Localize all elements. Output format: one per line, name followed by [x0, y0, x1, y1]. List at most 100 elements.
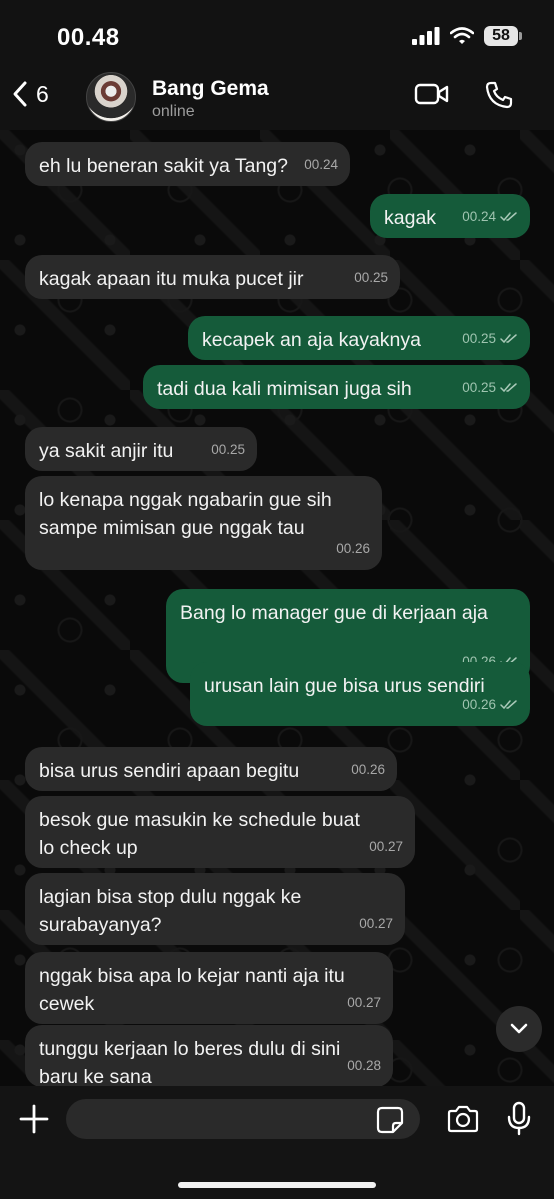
message-line: kagak: [384, 207, 437, 229]
message-text: tunggu kerjaan lo beres dulu di sini baru…: [39, 1035, 340, 1086]
message-time: 00.26: [351, 762, 385, 777]
message-text: nggak bisa apa lo kejar nanti aja itu cew…: [39, 962, 345, 1018]
incoming-message[interactable]: lagian bisa stop dulu nggak ke surabayany…: [25, 873, 405, 945]
message-meta: 00.25: [462, 325, 518, 353]
scroll-down-icon: [510, 1023, 528, 1034]
message-text: lagian bisa stop dulu nggak ke surabayany…: [39, 883, 301, 939]
plus-icon: [19, 1104, 49, 1134]
message-input[interactable]: [66, 1099, 420, 1139]
message-line: tadi dua kali mimisan juga sih: [157, 378, 412, 400]
message-time: 00.26: [336, 541, 370, 556]
message-line: besok gue masukin ke schedule buat: [39, 809, 360, 831]
message-time: 00.28: [347, 1058, 381, 1073]
incoming-message[interactable]: ya sakit anjir itu 00.25: [25, 427, 257, 471]
incoming-message[interactable]: bisa urus sendiri apaan begitu 00.26: [25, 747, 397, 791]
wifi-icon: [450, 27, 474, 44]
message-line: Bang lo manager gue di kerjaan aja: [180, 602, 488, 624]
back-button[interactable]: 6: [12, 80, 49, 108]
message-line: ya sakit anjir itu: [39, 440, 174, 462]
read-receipt-icon: [500, 212, 517, 222]
message-time: 00.24: [462, 209, 496, 224]
message-meta: 00.26: [462, 691, 518, 719]
message-time: 00.25: [211, 442, 245, 457]
message-text: Bang lo manager gue di kerjaan aja: [180, 599, 488, 627]
message-line: lo check up: [39, 837, 138, 859]
chat-header: 6 Bang Gema online: [0, 70, 554, 130]
message-meta: 00.26: [351, 756, 385, 784]
message-line: kecapek an aja kayaknya: [202, 329, 421, 351]
status-time: 00.48: [57, 24, 120, 51]
message-time: 00.24: [304, 157, 338, 172]
message-line: tunggu kerjaan lo beres dulu di sini: [39, 1038, 341, 1060]
incoming-message[interactable]: besok gue masukin ke schedule buat lo che…: [25, 796, 415, 868]
message-meta: 00.28: [347, 1052, 381, 1080]
outgoing-message[interactable]: tadi dua kali mimisan juga sih 00.25: [143, 365, 530, 409]
camera-button[interactable]: [446, 1105, 480, 1138]
message-line: urusan lain gue bisa urus sendiri: [204, 675, 485, 697]
message-text: urusan lain gue bisa urus sendiri: [204, 672, 485, 700]
incoming-message[interactable]: lo kenapa nggak ngabarin gue sih sampe mi…: [25, 476, 382, 570]
message-text: lo kenapa nggak ngabarin gue sih sampe mi…: [39, 486, 332, 542]
scroll-down-button[interactable]: [496, 1006, 542, 1052]
message-time: 00.25: [354, 270, 388, 285]
message-line: nggak bisa apa lo kejar nanti aja itu: [39, 965, 345, 987]
contact-name[interactable]: Bang Gema: [152, 77, 269, 101]
message-text: kagak apaan itu muka pucet jir: [39, 265, 304, 293]
message-line: lagian bisa stop dulu nggak ke: [39, 886, 302, 908]
unread-count: 6: [36, 80, 49, 107]
message-line: lo kenapa nggak ngabarin gue sih: [39, 489, 332, 511]
message-meta: 00.25: [462, 374, 518, 402]
message-text: ya sakit anjir itu: [39, 437, 173, 465]
incoming-message[interactable]: tunggu kerjaan lo beres dulu di sini baru…: [25, 1025, 393, 1086]
message-line: surabayanya?: [39, 914, 162, 936]
message-meta: 00.27: [359, 910, 393, 938]
outgoing-message[interactable]: kecapek an aja kayaknya 00.25: [188, 316, 530, 360]
home-indicator[interactable]: [178, 1182, 376, 1188]
sticker-icon: [376, 1106, 404, 1134]
message-text: kecapek an aja kayaknya: [202, 326, 421, 354]
message-time: 00.27: [369, 839, 403, 854]
message-meta: 00.26: [336, 535, 370, 563]
message-meta: 00.27: [347, 989, 381, 1017]
battery-indicator: 58: [484, 26, 522, 46]
outgoing-message[interactable]: kagak 00.24: [370, 194, 530, 238]
microphone-icon: [507, 1101, 531, 1136]
message-text: eh lu beneran sakit ya Tang?: [39, 152, 288, 180]
microphone-button[interactable]: [506, 1101, 532, 1142]
video-call-button[interactable]: [414, 82, 450, 111]
outgoing-message[interactable]: urusan lain gue bisa urus sendiri 00.26: [190, 662, 530, 726]
message-line: baru ke sana: [39, 1066, 152, 1086]
message-meta: 00.24: [304, 151, 338, 179]
message-time: 00.27: [347, 995, 381, 1010]
incoming-message[interactable]: eh lu beneran sakit ya Tang? 00.24: [25, 142, 350, 186]
message-meta: 00.24: [462, 203, 518, 231]
status-bar: 00.48 58: [0, 0, 554, 70]
read-receipt-icon: [500, 700, 517, 710]
message-line: cewek: [39, 993, 95, 1015]
status-icons: 58: [412, 26, 522, 46]
video-call-icon: [414, 83, 449, 105]
message-text: tadi dua kali mimisan juga sih: [157, 375, 412, 403]
message-time: 00.25: [462, 331, 496, 346]
message-text: besok gue masukin ke schedule buat lo che…: [39, 806, 360, 862]
message-line: eh lu beneran sakit ya Tang?: [39, 155, 288, 177]
message-time: 00.27: [359, 916, 393, 931]
attach-button[interactable]: [18, 1103, 50, 1140]
incoming-message[interactable]: kagak apaan itu muka pucet jir 00.25: [25, 255, 400, 299]
voice-call-button[interactable]: [484, 80, 514, 115]
message-text: kagak: [384, 204, 436, 232]
camera-icon: [447, 1105, 479, 1133]
message-meta: 00.25: [354, 264, 388, 292]
message-time: 00.26: [462, 697, 496, 712]
message-line: sampe mimisan gue nggak tau: [39, 517, 305, 539]
avatar[interactable]: [86, 72, 136, 122]
sticker-button[interactable]: [376, 1106, 404, 1139]
incoming-message[interactable]: nggak bisa apa lo kejar nanti aja itu cew…: [25, 952, 393, 1024]
message-meta: 00.25: [211, 436, 245, 464]
message-line: bisa urus sendiri apaan begitu: [39, 760, 300, 782]
composer-bar: [0, 1086, 554, 1199]
message-meta: 00.27: [369, 833, 403, 861]
contact-status: online: [152, 103, 195, 120]
chat-messages[interactable]: eh lu beneran sakit ya Tang? 00.24 kagak 00…: [0, 130, 554, 1086]
read-receipt-icon: [500, 334, 517, 344]
